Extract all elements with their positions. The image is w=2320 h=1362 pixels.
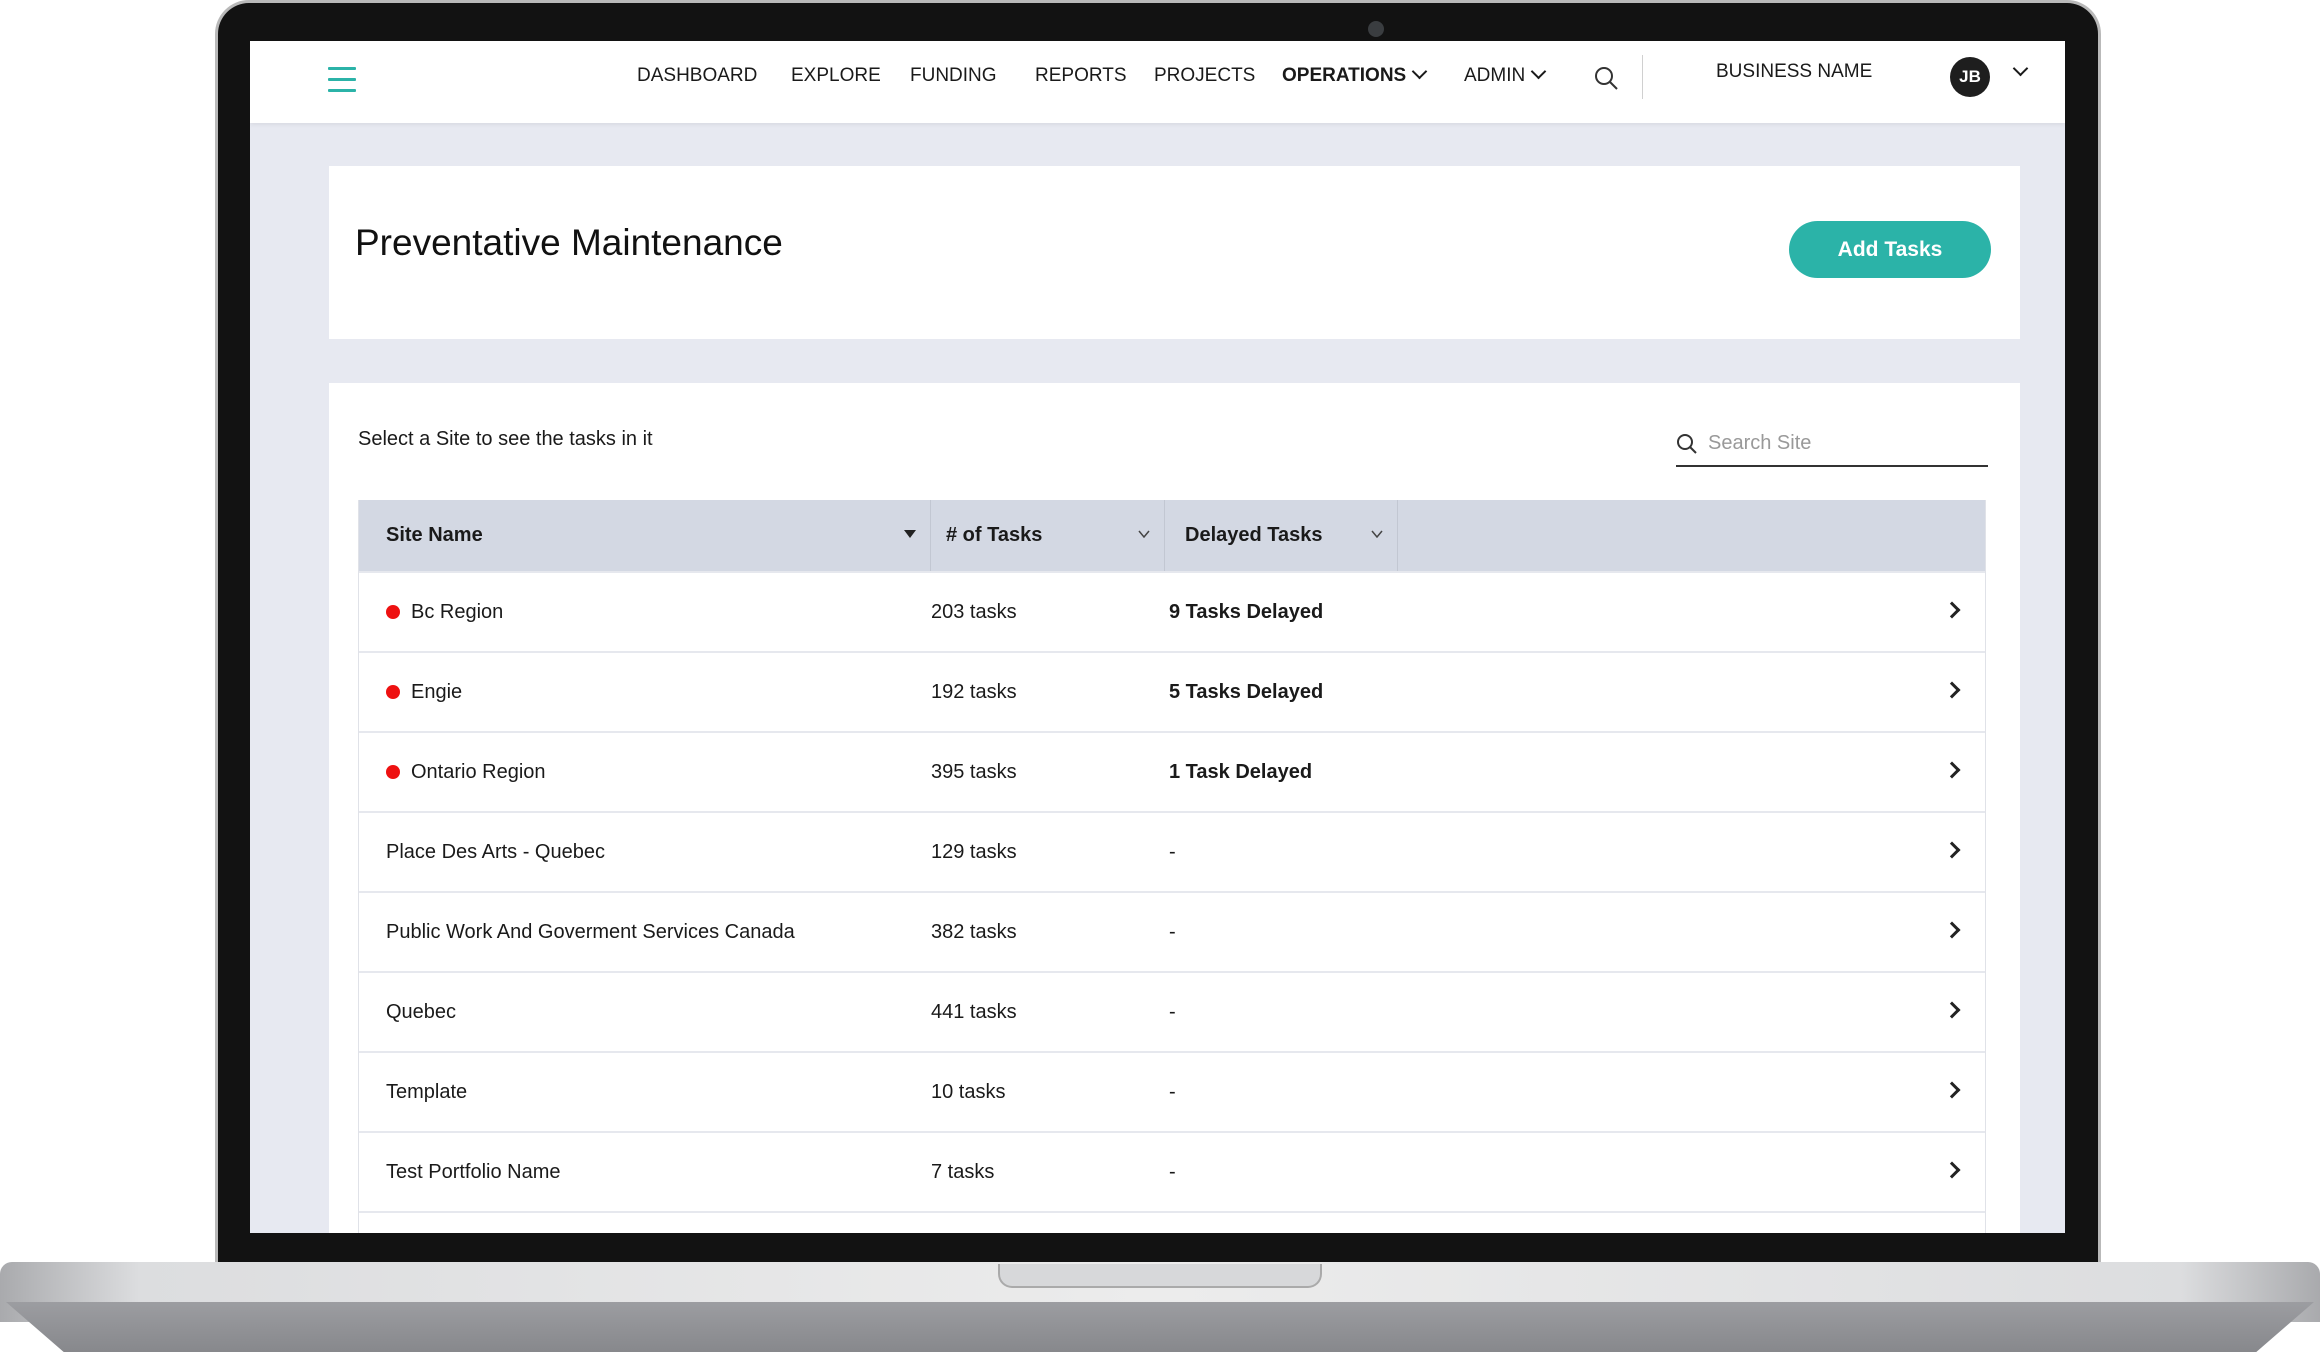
top-nav: DASHBOARD EXPLORE FUNDING REPORTS PROJEC… xyxy=(250,41,2065,123)
camera-icon xyxy=(1368,21,1384,37)
table-row[interactable]: Place Des Arts - Quebec 129 tasks - xyxy=(359,811,1985,891)
sites-table: Site Name # of Tasks Delayed Tasks Bc Re… xyxy=(358,500,1986,1233)
site-name: Template xyxy=(386,1080,468,1103)
chevron-right-icon[interactable] xyxy=(1943,1081,1961,1099)
chevron-down-icon xyxy=(1138,530,1150,538)
site-name: Place Des Arts - Quebec xyxy=(386,840,605,863)
nav-divider xyxy=(1642,55,1643,99)
chevron-right-icon[interactable] xyxy=(1943,761,1961,779)
header-card: Preventative Maintenance Add Tasks xyxy=(329,166,2020,339)
table-row[interactable]: Ontario Region 395 tasks 1 Task Delayed xyxy=(359,731,1985,811)
chevron-right-icon[interactable] xyxy=(1943,841,1961,859)
site-name: Public Work And Goverment Services Canad… xyxy=(386,920,795,943)
column-delayed-tasks[interactable]: Delayed Tasks xyxy=(1165,500,1398,571)
chevron-right-icon[interactable] xyxy=(1943,921,1961,939)
task-count: 441 tasks xyxy=(931,1000,1017,1023)
nav-admin[interactable]: ADMIN xyxy=(1464,63,1547,87)
chevron-down-icon xyxy=(1530,63,1547,80)
delayed-tasks: 1 Task Delayed xyxy=(1169,760,1313,783)
site-name: Engie xyxy=(411,680,463,703)
table-row[interactable]: Test Portfolio Name 7 tasks - xyxy=(359,1131,1985,1211)
nav-funding[interactable]: FUNDING xyxy=(910,65,997,87)
site-name-cell: Engie xyxy=(359,681,919,704)
table-row[interactable]: Template 10 tasks - xyxy=(359,1051,1985,1131)
chevron-right-icon[interactable] xyxy=(1943,681,1961,699)
nav-projects[interactable]: PROJECTS xyxy=(1154,65,1255,87)
nav-operations-label: OPERATIONS xyxy=(1282,65,1407,86)
table-row[interactable]: Public Work And Goverment Services Canad… xyxy=(359,891,1985,971)
chevron-right-icon[interactable] xyxy=(1943,1001,1961,1019)
chevron-right-icon[interactable] xyxy=(1943,1161,1961,1179)
page-title: Preventative Maintenance xyxy=(355,222,783,263)
sort-desc-icon xyxy=(904,530,916,538)
site-name: Bc Region xyxy=(411,600,504,623)
delayed-tasks: - xyxy=(1169,1000,1176,1023)
column-site-name[interactable]: Site Name xyxy=(359,500,931,571)
delayed-tasks: - xyxy=(1169,840,1176,863)
avatar[interactable]: JB xyxy=(1950,57,1990,97)
business-name: BUSINESS NAME xyxy=(1716,61,1873,82)
task-count: 10 tasks xyxy=(931,1080,1006,1103)
delayed-tasks: - xyxy=(1169,1160,1176,1183)
table-row[interactable] xyxy=(359,1211,1985,1233)
task-count: 382 tasks xyxy=(931,920,1017,943)
chevron-right-icon[interactable] xyxy=(1943,601,1961,619)
alert-dot-icon xyxy=(386,685,400,699)
table-row[interactable]: Engie 192 tasks 5 Tasks Delayed xyxy=(359,651,1985,731)
add-tasks-button[interactable]: Add Tasks xyxy=(1789,221,1991,278)
task-count: 395 tasks xyxy=(931,760,1017,783)
site-name-cell: Public Work And Goverment Services Canad… xyxy=(359,921,919,944)
search-icon[interactable] xyxy=(1593,65,1619,91)
search-site-input[interactable] xyxy=(1708,425,1978,461)
table-row[interactable]: Bc Region 203 tasks 9 Tasks Delayed xyxy=(359,571,1985,651)
delayed-tasks: 5 Tasks Delayed xyxy=(1169,680,1324,703)
nav-operations[interactable]: OPERATIONS xyxy=(1282,63,1428,87)
column-label: Delayed Tasks xyxy=(1185,524,1323,546)
nav-explore[interactable]: EXPLORE xyxy=(791,65,881,87)
delayed-tasks: 9 Tasks Delayed xyxy=(1169,600,1324,623)
column-label: Site Name xyxy=(386,524,483,546)
task-count: 203 tasks xyxy=(931,600,1017,623)
chevron-down-icon[interactable] xyxy=(2012,60,2029,77)
task-count: 192 tasks xyxy=(931,680,1017,703)
nav-reports[interactable]: REPORTS xyxy=(1035,65,1127,87)
laptop-base-bottom xyxy=(6,1302,2314,1352)
site-name-cell: Quebec xyxy=(359,1001,919,1024)
sites-card: Select a Site to see the tasks in it Sit… xyxy=(329,383,2020,1233)
search-site-field xyxy=(1676,425,1988,467)
app-screen: DASHBOARD EXPLORE FUNDING REPORTS PROJEC… xyxy=(250,41,2065,1233)
hamburger-icon[interactable] xyxy=(328,67,356,93)
site-name-cell: Bc Region xyxy=(359,601,919,624)
delayed-tasks: - xyxy=(1169,1080,1176,1103)
delayed-tasks: - xyxy=(1169,920,1176,943)
site-name-cell: Place Des Arts - Quebec xyxy=(359,841,919,864)
nav-dashboard[interactable]: DASHBOARD xyxy=(637,65,757,87)
task-count: 7 tasks xyxy=(931,1160,995,1183)
alert-dot-icon xyxy=(386,765,400,779)
site-name-cell: Ontario Region xyxy=(359,761,919,784)
table-header: Site Name # of Tasks Delayed Tasks xyxy=(359,500,1985,571)
column-label: # of Tasks xyxy=(946,524,1043,546)
column-num-tasks[interactable]: # of Tasks xyxy=(931,500,1165,571)
sites-hint: Select a Site to see the tasks in it xyxy=(358,428,653,450)
alert-dot-icon xyxy=(386,605,400,619)
laptop-notch xyxy=(998,1264,1322,1288)
search-icon xyxy=(1677,434,1697,454)
nav-admin-label: ADMIN xyxy=(1464,65,1526,86)
site-name: Ontario Region xyxy=(411,760,546,783)
site-name-cell: Test Portfolio Name xyxy=(359,1161,919,1184)
chevron-down-icon xyxy=(1371,530,1383,538)
site-name: Test Portfolio Name xyxy=(386,1160,561,1183)
site-name: Quebec xyxy=(386,1000,457,1023)
site-name-cell: Template xyxy=(359,1081,919,1104)
task-count: 129 tasks xyxy=(931,840,1017,863)
chevron-down-icon xyxy=(1411,63,1428,80)
table-row[interactable]: Quebec 441 tasks - xyxy=(359,971,1985,1051)
